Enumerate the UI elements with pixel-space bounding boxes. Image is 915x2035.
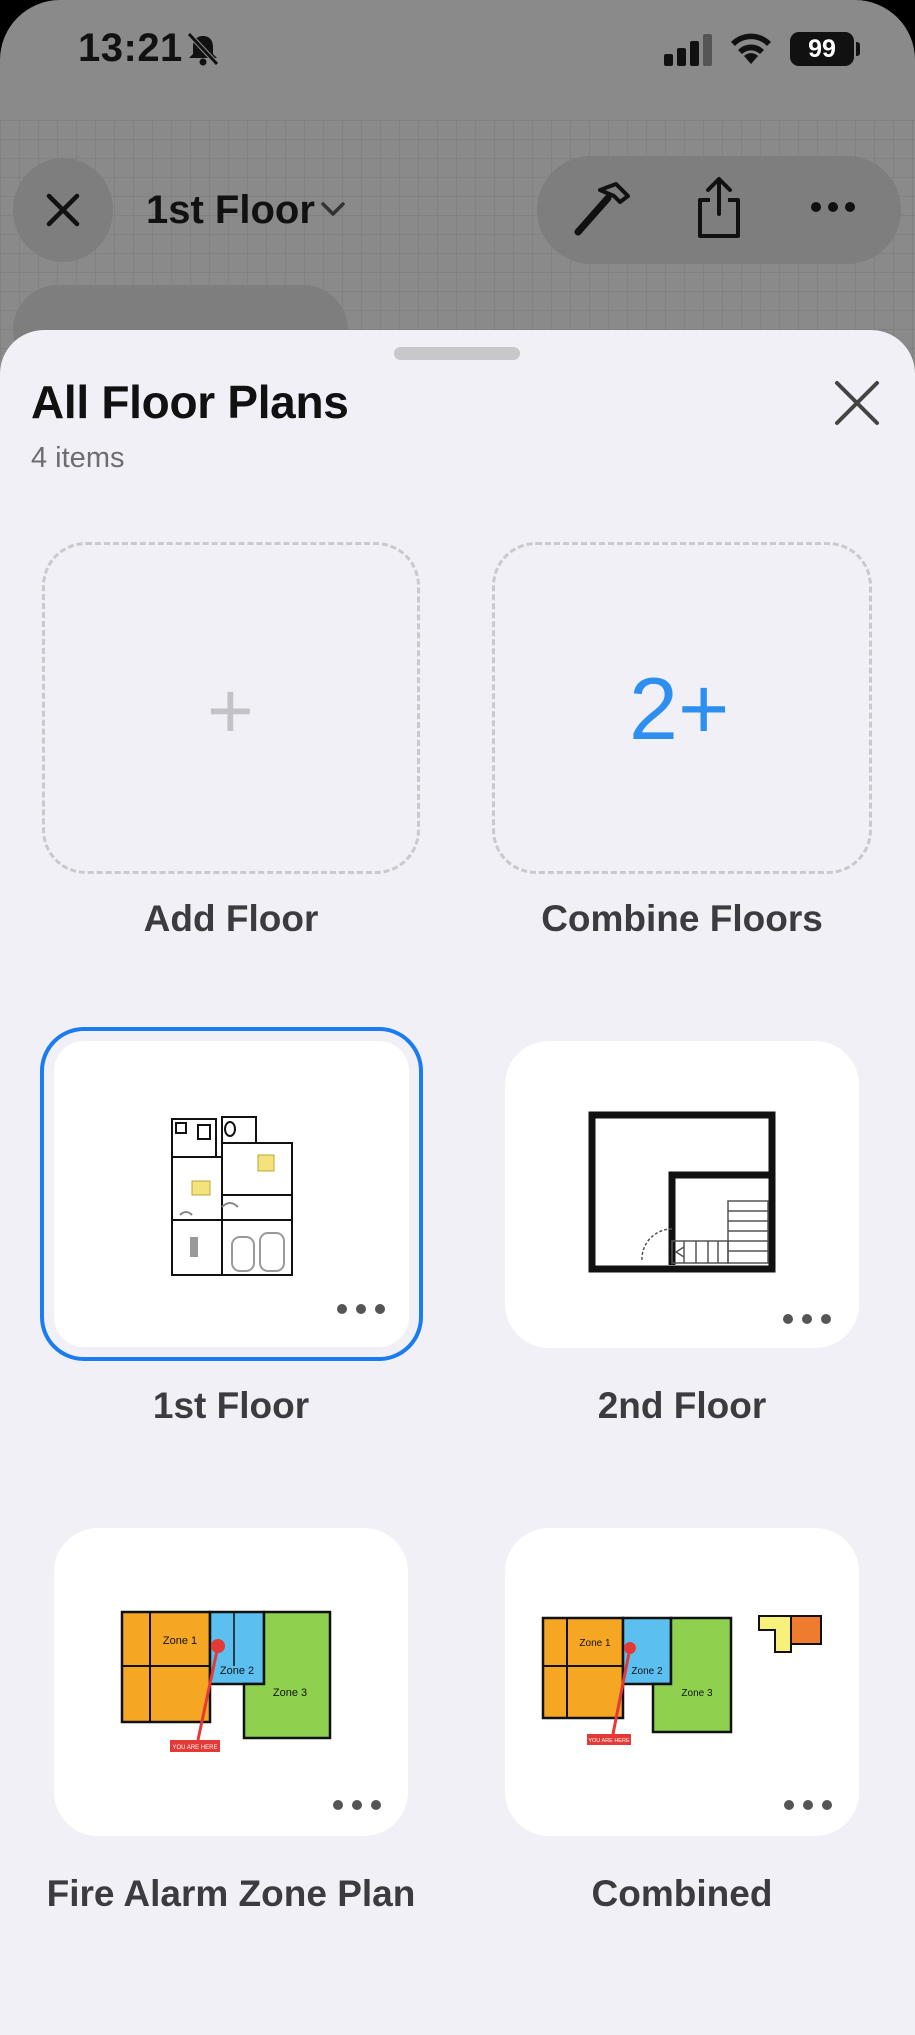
zone-2-label: Zone 2 — [220, 1665, 254, 1677]
sheet-title: All Floor Plans — [31, 376, 349, 428]
toolbar-close-button[interactable] — [13, 158, 113, 262]
floor-card-2nd-floor[interactable] — [505, 1041, 859, 1348]
plus-icon: + — [207, 666, 254, 755]
floor-label-combined: Combined — [591, 1873, 773, 1914]
zone-2-label: Zone 2 — [631, 1666, 663, 1677]
add-floor-button[interactable]: + — [42, 542, 420, 874]
more-options-icon[interactable] — [783, 1799, 833, 1811]
item-count: 4 items — [31, 442, 125, 474]
more-icon[interactable] — [810, 200, 856, 214]
combine-floors-button[interactable]: 2+ — [492, 542, 872, 874]
zone-1-label: Zone 1 — [579, 1638, 611, 1649]
chevron-down-icon[interactable] — [320, 200, 346, 218]
close-icon — [46, 193, 80, 227]
floor-label-1st: 1st Floor — [152, 1385, 310, 1426]
sheet-grabber[interactable] — [394, 347, 520, 360]
add-floor-label: Add Floor — [143, 898, 319, 939]
zone-3-label: Zone 3 — [681, 1688, 713, 1699]
screen: 13:21 99 1st Floor All Floor Plans 4 ite… — [0, 0, 915, 2035]
combine-floors-icon: 2+ — [629, 659, 730, 758]
you-are-here-label: YOU ARE HERE — [172, 1745, 217, 1751]
zone-3-label: Zone 3 — [273, 1687, 307, 1699]
cellular-signal-icon — [664, 34, 712, 66]
floor-card-1st-floor[interactable] — [40, 1027, 423, 1361]
zone-1-label: Zone 1 — [163, 1635, 197, 1647]
status-bar: 13:21 99 — [0, 0, 915, 100]
wifi-icon — [731, 33, 771, 64]
room-stairs-floorplan-thumbnail — [588, 1111, 776, 1273]
floor-card-combined[interactable]: YOU ARE HERE Zone 1 Zone 2 Zone 3 — [505, 1528, 859, 1836]
floor-plans-sheet: All Floor Plans 4 items + Add Floor 2+ C… — [0, 330, 915, 2035]
battery-tip — [856, 42, 860, 56]
floor-card-fire-alarm-zone-plan[interactable]: YOU ARE HERE Zone 1 Zone 2 Zone 3 — [54, 1528, 408, 1836]
floor-selector[interactable]: 1st Floor — [146, 188, 315, 233]
floor-label-fire-alarm: Fire Alarm Zone Plan — [46, 1873, 416, 1914]
close-icon[interactable] — [832, 378, 882, 428]
floor-label-2nd: 2nd Floor — [597, 1385, 767, 1426]
you-are-here-label: YOU ARE HERE — [588, 1738, 630, 1744]
fire-zone-floorplan-thumbnail: YOU ARE HERE Zone 1 Zone 2 Zone 3 — [120, 1610, 332, 1752]
hammer-icon[interactable] — [570, 180, 632, 240]
more-options-icon[interactable] — [336, 1303, 386, 1315]
more-options-icon[interactable] — [332, 1799, 382, 1811]
bell-slash-icon — [187, 32, 219, 66]
more-options-icon[interactable] — [782, 1313, 832, 1325]
combine-floors-label: Combine Floors — [541, 898, 823, 939]
house-floorplan-thumbnail — [171, 1116, 293, 1276]
share-icon[interactable] — [696, 176, 742, 240]
combined-floorplan-thumbnail: YOU ARE HERE Zone 1 Zone 2 Zone 3 — [541, 1615, 822, 1745]
battery-icon: 99 — [790, 32, 854, 66]
status-time: 13:21 — [78, 26, 183, 70]
